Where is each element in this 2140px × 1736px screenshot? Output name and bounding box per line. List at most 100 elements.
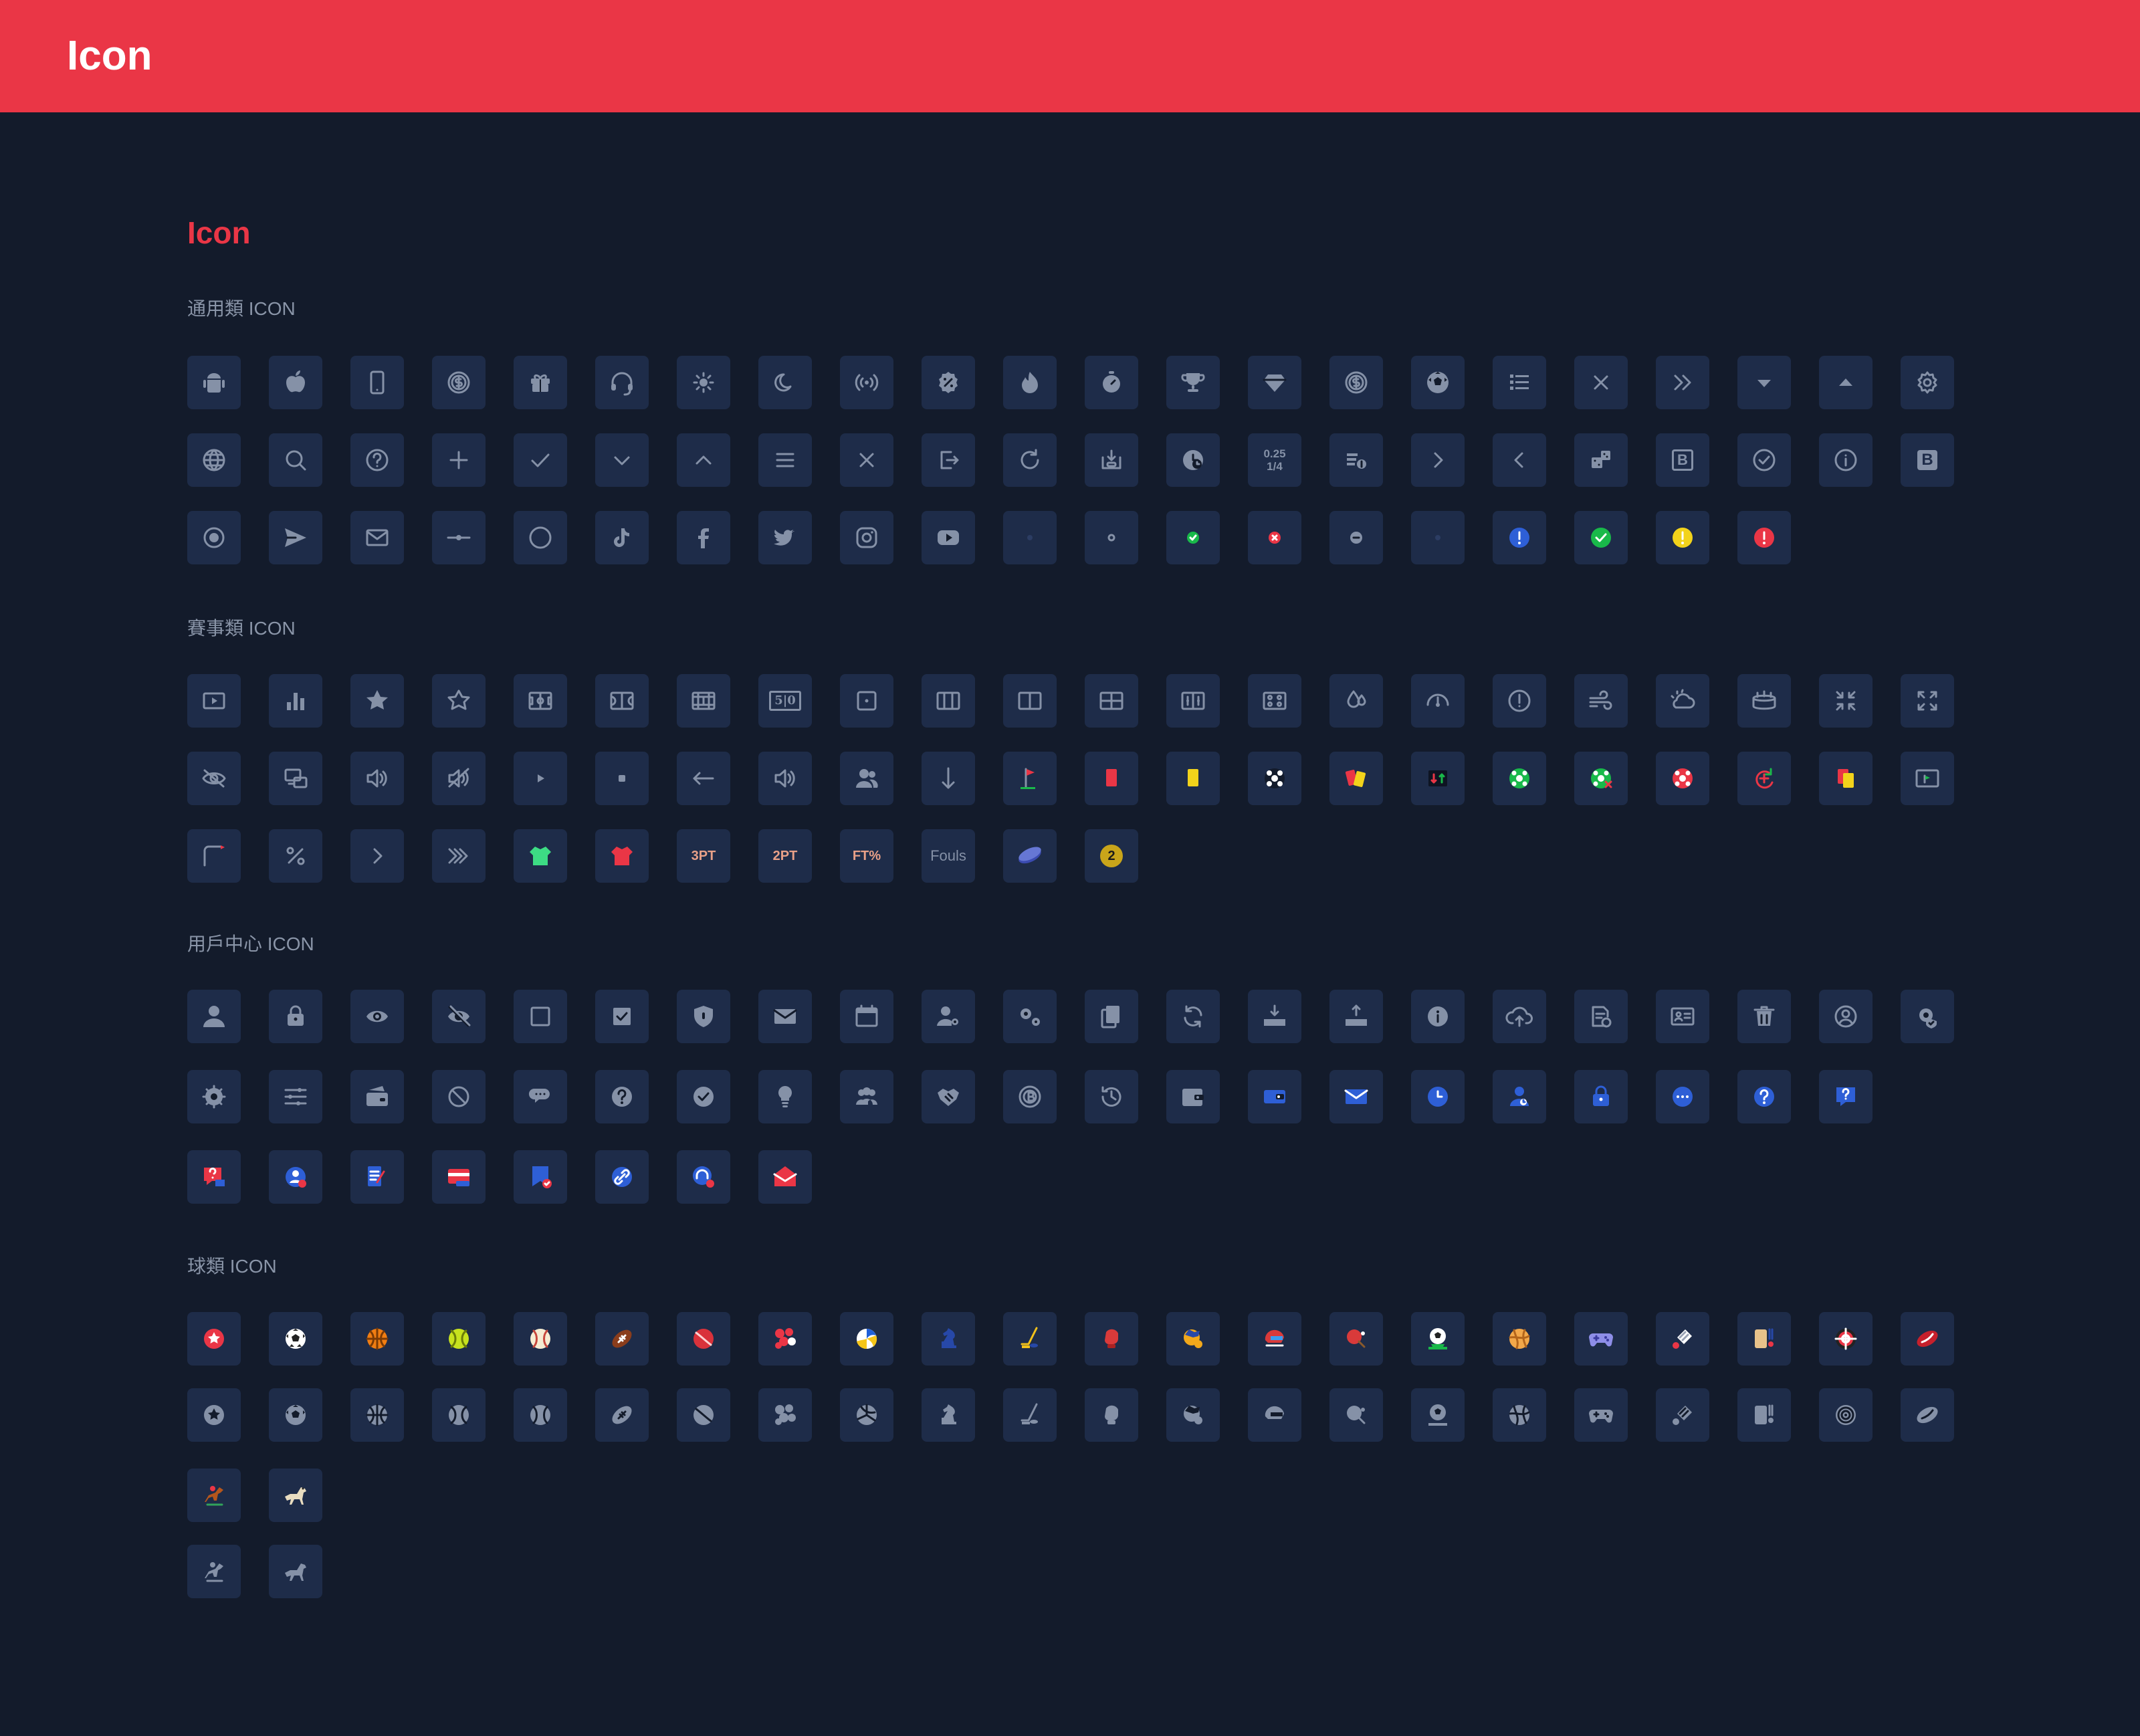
hockey-puck-icon[interactable] [1003, 829, 1057, 883]
tennis-icon[interactable] [432, 1388, 486, 1442]
link-icon[interactable] [595, 1150, 649, 1204]
three-pointer-icon[interactable]: 3PT [677, 829, 730, 883]
instagram-icon[interactable] [840, 511, 893, 564]
soccer-ball-green-icon[interactable] [1493, 752, 1546, 805]
apple-icon[interactable] [269, 356, 322, 409]
tennis-court-icon[interactable] [677, 674, 730, 728]
filters-icon[interactable] [269, 1070, 322, 1123]
humidity-icon[interactable] [1329, 674, 1383, 728]
twitter-icon[interactable] [758, 511, 812, 564]
status-error-small-icon[interactable] [1248, 511, 1301, 564]
corner-icon[interactable] [187, 829, 241, 883]
alert-circle-icon[interactable] [1493, 674, 1546, 728]
history-icon[interactable] [1085, 1070, 1138, 1123]
two-pointer-icon[interactable]: 2PT [758, 829, 812, 883]
columns-three-icon[interactable] [922, 674, 975, 728]
menu-icon[interactable] [758, 433, 812, 487]
fantasy-football-icon[interactable] [1411, 1388, 1465, 1442]
bar-chart-icon[interactable] [269, 674, 322, 728]
check-badge-icon[interactable] [677, 1070, 730, 1123]
edit-document-icon[interactable] [350, 1150, 404, 1204]
substitution-icon[interactable] [1411, 752, 1465, 805]
ice-hockey-color-icon[interactable] [1003, 1312, 1057, 1366]
dollar-coin-icon[interactable] [432, 356, 486, 409]
snooker-icon[interactable] [758, 1388, 812, 1442]
checkbox-empty-icon[interactable] [514, 990, 567, 1043]
horse-racing-color-icon[interactable] [187, 1469, 241, 1522]
tiktok-icon[interactable] [595, 511, 649, 564]
mail-blue-icon[interactable] [1329, 1070, 1383, 1123]
badminton-icon[interactable] [1656, 1388, 1709, 1442]
dot-dark-icon[interactable] [1003, 511, 1057, 564]
moon-icon[interactable] [758, 356, 812, 409]
facebook-icon[interactable] [677, 511, 730, 564]
triple-chevron-icon[interactable] [432, 829, 486, 883]
penalty-icon[interactable] [1656, 752, 1709, 805]
ice-hockey-icon[interactable] [1003, 1388, 1057, 1442]
basketball-icon[interactable] [350, 1388, 404, 1442]
help-circle-icon[interactable] [350, 433, 404, 487]
red-card-icon[interactable] [1085, 752, 1138, 805]
account-circle-icon[interactable] [1819, 990, 1872, 1043]
rugby-color-icon[interactable] [1901, 1312, 1954, 1366]
bold-b-filled-icon[interactable]: B [1901, 433, 1954, 487]
volume-icon[interactable] [350, 752, 404, 805]
speaker-icon[interactable] [758, 752, 812, 805]
soccer-color-icon[interactable] [269, 1312, 322, 1366]
chevron-up-icon[interactable] [677, 433, 730, 487]
favorites-icon[interactable] [187, 1388, 241, 1442]
stop-icon[interactable] [595, 752, 649, 805]
chevron-left-icon[interactable] [1493, 433, 1546, 487]
esports-icon[interactable] [1166, 1388, 1220, 1442]
screen-flag-icon[interactable] [1901, 752, 1954, 805]
collapse-icon[interactable] [1819, 674, 1872, 728]
card-blue-icon[interactable] [1248, 1070, 1301, 1123]
user-group-icon[interactable] [840, 752, 893, 805]
mail-red-icon[interactable] [758, 1150, 812, 1204]
screen-icon[interactable] [269, 752, 322, 805]
field-markers-icon[interactable] [1166, 674, 1220, 728]
wind-icon[interactable] [1574, 674, 1628, 728]
trash-icon[interactable] [1737, 990, 1791, 1043]
baseball-icon[interactable] [514, 1388, 567, 1442]
basketball-court-icon[interactable] [595, 674, 649, 728]
snooker-color-icon[interactable] [758, 1312, 812, 1366]
handball-color-icon[interactable] [1493, 1312, 1546, 1366]
info-filled-icon[interactable] [1411, 990, 1465, 1043]
list-icon[interactable] [1493, 356, 1546, 409]
dollar-coin-icon[interactable] [1329, 356, 1383, 409]
mail-icon[interactable] [350, 511, 404, 564]
bold-b-icon[interactable]: B [1656, 433, 1709, 487]
chevron-down-icon[interactable] [595, 433, 649, 487]
goal-icon[interactable] [1248, 752, 1301, 805]
checkbox-checked-icon[interactable] [595, 990, 649, 1043]
ban-icon[interactable] [432, 1070, 486, 1123]
dice-one-icon[interactable] [840, 674, 893, 728]
stats-clock-icon[interactable] [1166, 433, 1220, 487]
boxing-color-icon[interactable] [1085, 1312, 1138, 1366]
american-football-color-icon[interactable] [595, 1312, 649, 1366]
sync-icon[interactable] [1166, 990, 1220, 1043]
horse-racing-icon[interactable] [187, 1545, 241, 1598]
error-red-icon[interactable] [1737, 511, 1791, 564]
star-outline-icon[interactable] [432, 674, 486, 728]
check-circle-icon[interactable] [1737, 433, 1791, 487]
coin-stack-icon[interactable] [1329, 433, 1383, 487]
soccer-icon[interactable] [269, 1388, 322, 1442]
shirt-red-icon[interactable] [595, 829, 649, 883]
handball-icon[interactable] [1493, 1388, 1546, 1442]
info-blue-icon[interactable] [1493, 511, 1546, 564]
card-swap-icon[interactable] [1329, 752, 1383, 805]
favorites-color-icon[interactable] [187, 1312, 241, 1366]
motorsport-color-icon[interactable] [1248, 1312, 1301, 1366]
chevron-right-icon[interactable] [1411, 433, 1465, 487]
arrow-down-icon[interactable] [922, 752, 975, 805]
globe-icon[interactable] [187, 433, 241, 487]
dot-outline-icon[interactable] [1085, 511, 1138, 564]
bookmark-check-icon[interactable] [514, 1150, 567, 1204]
greyhound-icon[interactable] [269, 1545, 322, 1598]
trophy-icon[interactable] [1166, 356, 1220, 409]
handshake-icon[interactable] [922, 1070, 975, 1123]
success-green-icon[interactable] [1574, 511, 1628, 564]
lock-icon[interactable] [269, 990, 322, 1043]
